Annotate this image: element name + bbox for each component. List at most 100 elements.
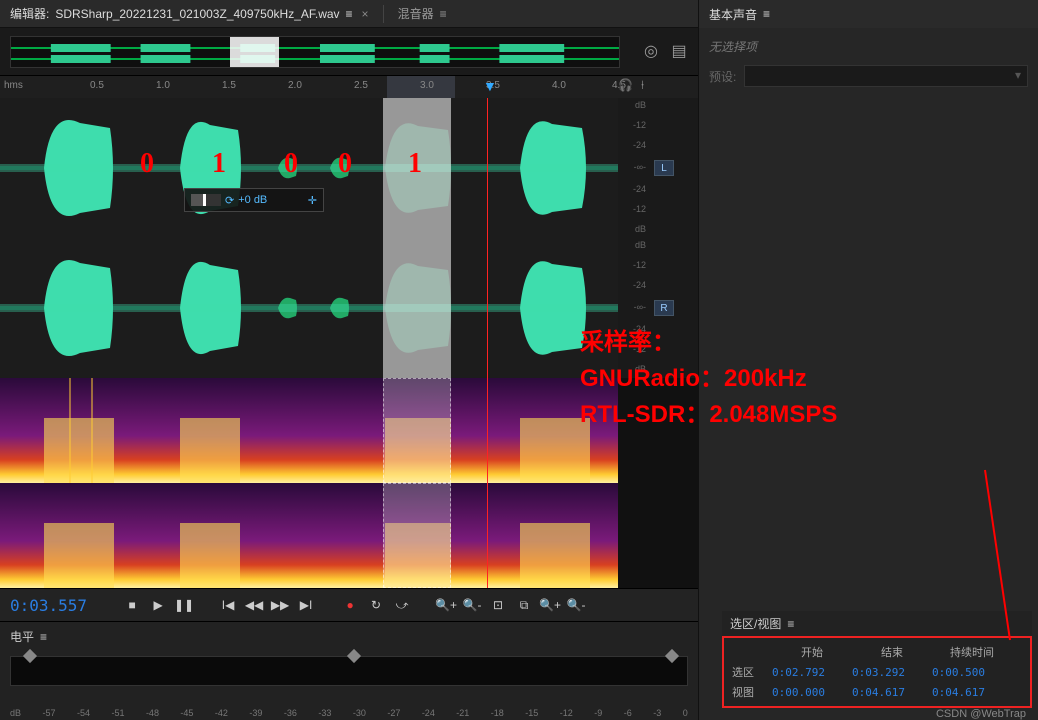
gain-hud[interactable]: ⟳ +0 dB ✛ [184, 188, 324, 212]
tick-05: 0.5 [90, 80, 104, 91]
headphones-icon[interactable]: 🎧 [618, 78, 633, 93]
play-button[interactable]: ▶ [147, 594, 169, 616]
level-handle[interactable] [665, 649, 679, 663]
zoom-out-time-icon[interactable]: 🔍- [565, 594, 587, 616]
channel-left-button[interactable]: L [654, 160, 674, 176]
mixer-tab[interactable]: 混音器 [388, 5, 460, 22]
hamburger-icon[interactable] [40, 630, 50, 644]
levels-scale: dB-57-54-51-48-45-42-39-36-33-30-27-24-2… [10, 708, 688, 718]
watermark: CSDN @WebTrap [936, 708, 1026, 720]
db-scale-right: dB -12 -24 -∞- -24 -12 dB [618, 238, 648, 378]
view-duration[interactable]: 0:04.617 [932, 686, 1012, 699]
waveform-left[interactable]: dB -12 -24 -∞- -24 -12 dB L [0, 98, 618, 238]
tick-25: 2.5 [354, 80, 368, 91]
preset-row: 预设: [709, 65, 1028, 87]
playhead-line[interactable] [487, 378, 488, 483]
forward-button[interactable]: ▶▶ [269, 594, 291, 616]
gain-meter-icon [191, 194, 221, 206]
db-scale-left: dB -12 -24 -∞- -24 -12 dB [618, 98, 648, 238]
overview-tools: ◎ ▤ [642, 42, 688, 60]
zoom-sel-icon[interactable]: ⧉ [513, 594, 535, 616]
record-button[interactable]: ● [339, 594, 361, 616]
overview-strip[interactable]: ◎ ▤ [0, 28, 698, 76]
skip-start-button[interactable]: I◀ [217, 594, 239, 616]
level-handle[interactable] [347, 649, 361, 663]
playhead-marker-icon[interactable]: ▼ [483, 78, 497, 94]
spectrogram-selection[interactable] [383, 378, 451, 483]
loop-button[interactable]: ↻ [365, 594, 387, 616]
target-icon[interactable]: ◎ [642, 42, 660, 60]
no-selection-text: 无选择项 [709, 38, 1028, 55]
skip-end-button[interactable]: ▶I [295, 594, 317, 616]
hud-gain-value: +0 dB [238, 194, 267, 206]
overview-waveform[interactable] [10, 36, 620, 68]
spectrogram-selection[interactable] [383, 483, 451, 588]
close-icon[interactable]: × [362, 7, 369, 21]
ruler-ticks: 0.5 1.0 1.5 2.0 2.5 3.0 3.5 4.0 4.5 ▼ [30, 76, 698, 98]
sel-start[interactable]: 0:02.792 [772, 666, 852, 679]
tuning-fork-icon[interactable]: ⍿ [641, 78, 644, 93]
zoom-in-icon[interactable]: 🔍+ [435, 594, 457, 616]
zoom-out-icon[interactable]: 🔍- [461, 594, 483, 616]
playhead-line[interactable] [487, 98, 488, 238]
waveform-selection[interactable] [383, 238, 451, 378]
list-icon[interactable]: ▤ [670, 42, 688, 60]
ruler-unit: hms [0, 76, 30, 98]
timecode-display[interactable]: 0:03.557 [10, 596, 87, 615]
editor-tab[interactable]: 编辑器: SDRSharp_20221231_021003Z_409750kHz… [0, 5, 379, 22]
essential-sound-header: 基本声音 [698, 0, 1038, 28]
rewind-button[interactable]: ◀◀ [243, 594, 265, 616]
time-ruler[interactable]: hms 0.5 1.0 1.5 2.0 2.5 3.0 3.5 4.0 4.5 … [0, 76, 698, 98]
view-end[interactable]: 0:04.617 [852, 686, 932, 699]
hamburger-icon[interactable] [763, 7, 773, 21]
separator [383, 5, 384, 23]
view-start[interactable]: 0:00.000 [772, 686, 852, 699]
preset-dropdown[interactable] [744, 65, 1028, 87]
playhead-line[interactable] [487, 483, 488, 588]
transport-bar: 0:03.557 ■ ▶ ❚❚ I◀ ◀◀ ▶▶ ▶I ● ↻ ⤻ 🔍+ 🔍- … [0, 588, 698, 622]
tick-30: 3.0 [420, 80, 434, 91]
levels-meter[interactable] [10, 656, 688, 686]
selview-selection-row: 选区 0:02.792 0:03.292 0:00.500 [732, 662, 1022, 682]
overview-selection[interactable] [230, 37, 279, 67]
levels-header: 电平 [0, 622, 698, 651]
row-view-label: 视图 [732, 684, 772, 700]
spectrogram-left-svg [0, 378, 618, 483]
selview-header-row: . 开始 结束 持续时间 [732, 642, 1022, 662]
overview-wave-bottom [11, 55, 619, 63]
zoom-full-icon[interactable]: ⊡ [487, 594, 509, 616]
levels-panel: 电平 dB-57-54-51-48-45-42-39-36-33-30-27-2… [0, 622, 698, 720]
sel-end[interactable]: 0:03.292 [852, 666, 932, 679]
channel-right-button[interactable]: R [654, 300, 674, 316]
waveform-area: dB -12 -24 -∞- -24 -12 dB L dB -12 -24 [0, 98, 698, 378]
waveform-right[interactable]: dB -12 -24 -∞- -24 -12 dB R [0, 238, 618, 378]
hamburger-icon[interactable] [440, 7, 450, 21]
skip-selection-button[interactable]: ⤻ [391, 594, 413, 616]
hud-pin-icon[interactable]: ✛ [308, 194, 317, 207]
hamburger-icon[interactable] [346, 7, 356, 21]
waveform-selection[interactable] [383, 98, 451, 238]
overview-wave-top [11, 44, 619, 52]
mixer-label: 混音器 [398, 5, 434, 22]
level-handle[interactable] [22, 649, 36, 663]
tick-15: 1.5 [222, 80, 236, 91]
preset-label: 预设: [709, 68, 736, 85]
spectrogram-right[interactable]: Hz 4k 2k 1k [0, 483, 618, 588]
hamburger-icon[interactable] [787, 617, 797, 631]
essential-sound-title: 基本声音 [709, 6, 757, 23]
editor-prefix: 编辑器: [10, 5, 49, 22]
zoom-in-time-icon[interactable]: 🔍+ [539, 594, 561, 616]
stop-button[interactable]: ■ [121, 594, 143, 616]
selection-view-panel: 选区/视图 . 开始 结束 持续时间 选区 0:02.792 0:03.292 … [722, 611, 1032, 708]
tick-40: 4.0 [552, 80, 566, 91]
col-start: 开始 [772, 644, 852, 660]
ruler-right-icons: 🎧 ⍿ [618, 78, 678, 93]
playhead-line[interactable] [487, 238, 488, 378]
selection-view-title: 选区/视图 [730, 615, 781, 632]
pause-button[interactable]: ❚❚ [173, 594, 195, 616]
sel-duration[interactable]: 0:00.500 [932, 666, 1012, 679]
hud-clock-icon[interactable]: ⟳ [225, 194, 234, 207]
levels-title: 电平 [10, 628, 34, 645]
spectrogram-left[interactable]: Hz 4k 2k 1k [0, 378, 618, 483]
editor-filename: SDRSharp_20221231_021003Z_409750kHz_AF.w… [55, 7, 339, 21]
